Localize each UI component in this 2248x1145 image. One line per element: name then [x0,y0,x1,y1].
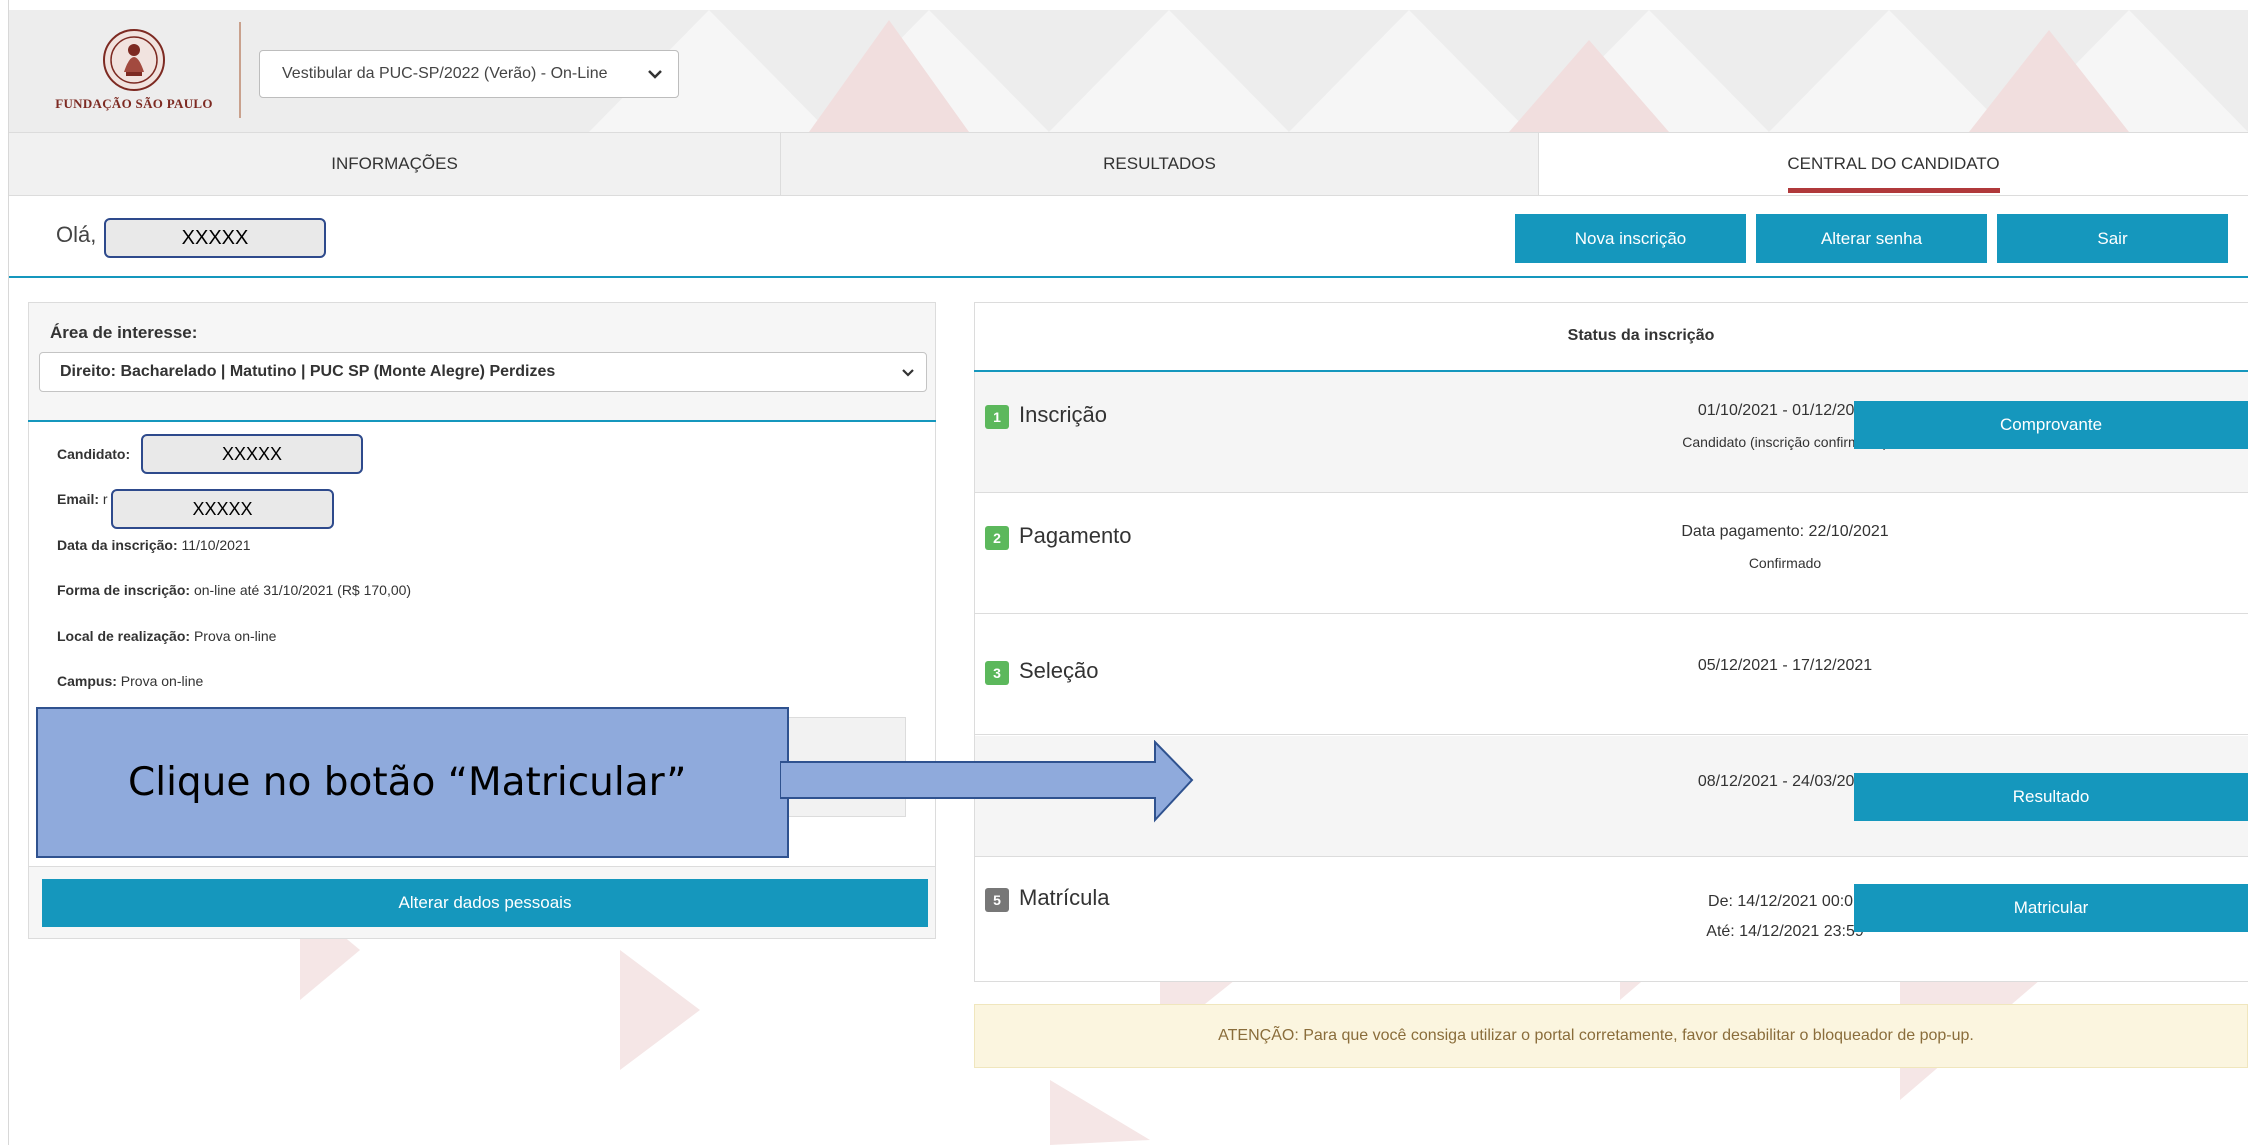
email-mask: XXXXX [111,489,334,529]
section-divider [9,276,2248,278]
email-row: Email: r [57,491,108,507]
area-select[interactable]: Direito: Bacharelado | Matutino | PUC SP… [39,352,927,392]
callout-arrow-icon [780,740,1194,823]
receipt-button[interactable]: Comprovante [1854,401,2248,449]
campus-row: Campus: Prova on-line [57,673,203,689]
date-row: Data da inscrição: 11/10/2021 [57,537,251,553]
candidate-row: Candidato: [57,446,130,462]
tab-central-do-candidato[interactable]: CENTRAL DO CANDIDATO [1539,133,2248,195]
active-tab-indicator [1787,188,2000,193]
area-select-value: Direito: Bacharelado | Matutino | PUC SP… [60,363,556,380]
campus-label: Campus: [57,673,117,689]
campus-value: Prova on-line [120,673,204,689]
main-nav: INFORMAÇÕES RESULTADOS CENTRAL DO CANDID… [9,132,2248,196]
candidate-label: Candidato: [57,446,131,462]
step-label: Seleção [1019,658,1099,683]
step-status: Confirmado [1748,555,1822,571]
tab-resultados[interactable]: RESULTADOS [781,133,1539,195]
exam-select[interactable]: Vestibular da PUC-SP/2022 (Verão) - On-L… [259,50,679,98]
step-number-badge: 2 [985,526,1009,550]
seal-icon [103,29,165,91]
tab-resultados-label: RESULTADOS [1103,154,1216,173]
new-registration-button[interactable]: Nova inscrição [1515,214,1746,263]
logout-button[interactable]: Sair [1997,214,2228,263]
step-label: Pagamento [1019,523,1132,548]
form-row: Forma de inscrição: on-line até 31/10/20… [57,582,411,598]
logo[interactable]: FUNDAÇÃO SÃO PAULO [49,28,219,123]
site-header: FUNDAÇÃO SÃO PAULO Vestibular da PUC-SP/… [9,10,2248,132]
page-edge [0,0,9,1145]
location-value: Prova on-line [193,628,277,644]
step-number-badge: 1 [985,405,1009,429]
result-button[interactable]: Resultado [1854,773,2248,821]
date-label: Data da inscrição: [57,537,178,553]
email-label: Email: [57,491,100,507]
chevron-down-icon [648,70,662,79]
area-label: Área de interesse: [50,323,198,342]
logo-divider [239,22,241,118]
step-label: Matrícula [1019,885,1110,910]
candidate-name-mask: XXXXX [141,434,363,474]
edit-personal-data-button[interactable]: Alterar dados pessoais [42,879,928,927]
tutorial-callout: Clique no botão “Matricular” [36,707,789,858]
status-title: Status da inscrição [1567,327,1715,344]
tab-informacoes-label: INFORMAÇÕES [331,154,458,173]
step-selecao: 3 Seleção 05/12/2021 - 17/12/2021 [975,614,2248,735]
step-label: Inscrição [1019,402,1108,427]
location-row: Local de realização: Prova on-line [57,628,276,644]
exam-select-value: Vestibular da PUC-SP/2022 (Verão) - On-L… [282,65,608,82]
date-value: 11/10/2021 [181,537,251,553]
tab-central-label: CENTRAL DO CANDIDATO [1787,154,2000,173]
change-password-button[interactable]: Alterar senha [1756,214,1987,263]
logo-text: FUNDAÇÃO SÃO PAULO [55,96,213,111]
step-number-badge: 3 [985,661,1009,685]
tab-informacoes[interactable]: INFORMAÇÕES [9,133,781,195]
chevron-down-icon [902,369,914,377]
popup-warning: ATENÇÃO: Para que você consiga utilizar … [974,1004,2248,1068]
step-date: 05/12/2021 - 17/12/2021 [1697,657,1873,674]
location-label: Local de realização: [57,628,191,644]
step-number-badge: 5 [985,888,1009,912]
step-pagamento: 2 Pagamento Data pagamento: 22/10/2021 C… [975,493,2248,614]
enroll-button[interactable]: Matricular [1854,884,2248,932]
candidate-panel-footer-divider [29,866,935,867]
step-date: Data pagamento: 22/10/2021 [1681,523,1889,540]
email-partial: r [102,491,108,507]
greeting-name-mask: XXXXX [104,218,326,258]
greeting-prefix: Olá, [56,222,97,247]
form-value: on-line até 31/10/2021 (R$ 170,00) [193,582,412,598]
form-label: Forma de inscrição: [57,582,191,598]
